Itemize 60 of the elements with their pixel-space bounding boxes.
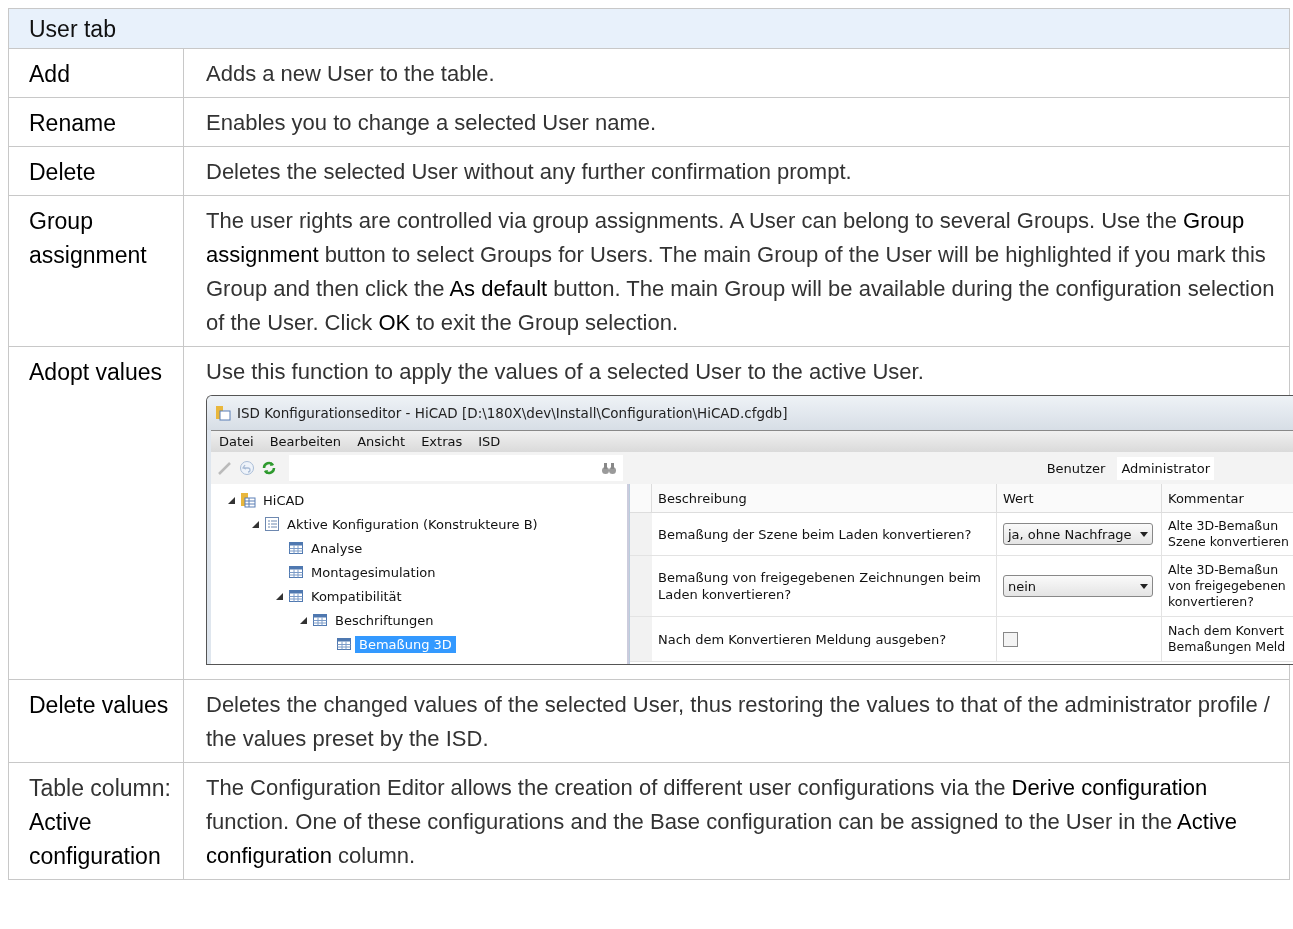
tree-item[interactable]: Analyse — [307, 539, 367, 557]
tree-item[interactable]: HiCAD — [259, 491, 309, 509]
row-label: Adopt values — [29, 359, 162, 385]
table-icon — [288, 540, 304, 556]
tree-item[interactable]: Aktive Konfiguration (Konstrukteure B) — [283, 515, 542, 533]
tree-item[interactable]: Kompatibilität — [307, 587, 406, 605]
row-description: Enables you to change a selected User name. — [206, 109, 658, 137]
row-label: Delete values — [29, 692, 169, 718]
row-description: The Configuration Editor allows the creation of different user configurations via the Derive configuration function. One of these configurations and the Base configuration can be assigned to the User in the Active configuration column. — [206, 774, 1238, 870]
row-description: Adds a new User to the table. — [206, 60, 496, 88]
column-header[interactable]: Wert — [997, 484, 1162, 513]
setting-description: Bemaßung der Szene beim Laden konvertieren? — [658, 525, 972, 543]
menu-item[interactable]: Bearbeiten — [269, 434, 342, 449]
comment-text: Bemaßungen Meld — [1168, 639, 1286, 655]
binoculars-icon[interactable] — [601, 460, 617, 476]
row-label: Add — [29, 61, 70, 87]
comment-text: konvertieren? — [1168, 594, 1254, 610]
table-icon — [288, 588, 304, 604]
caret-icon — [1140, 531, 1148, 537]
table-header: User tab — [9, 8, 1289, 49]
menu-item[interactable]: Ansicht — [357, 434, 406, 449]
tree-item[interactable]: Beschriftungen — [331, 611, 438, 629]
column-header[interactable]: Kommentar — [1162, 484, 1293, 513]
comment-text: Nach dem Konvert — [1168, 623, 1284, 639]
row-label: Rename — [29, 110, 116, 136]
setting-description: Nach dem Konvertieren Meldung ausgeben? — [658, 630, 947, 648]
row-description: Use this function to apply the values of a selected User to the active User. — [206, 358, 925, 386]
row-description: The user rights are controlled via group assignments. A User can belong to several Groups. Use the Group assignment button to select Groups for Users. The main Group of the User will be highlighted if you mark this Group and then click the As default button. The main Group will be available during the configuration selection of the User. Click OK to exit the Group selection. — [206, 207, 1276, 337]
row-description: Deletes the selected User without any further confirmation prompt. — [206, 158, 853, 186]
undo-icon[interactable] — [239, 460, 255, 476]
caret-icon — [1140, 583, 1148, 589]
tree-item[interactable]: Montagesimulation — [307, 563, 440, 581]
window-title: ISD Konfigurationseditor - HiCAD [D:\180X\dev\Install\Configuration\HiCAD.cfgdb] — [237, 405, 788, 421]
folder-table-icon — [240, 492, 256, 508]
menu-item[interactable]: Datei — [219, 434, 254, 449]
table-icon — [312, 612, 328, 628]
row-label: Active configuration — [29, 809, 161, 869]
comment-text: Alte 3D-Bemaßun — [1168, 518, 1279, 534]
user-label: Benutzer — [1046, 460, 1106, 476]
pencil-icon[interactable] — [217, 460, 233, 476]
menu-item[interactable]: Extras — [421, 434, 463, 449]
setting-description: Bemaßung von freigegebenen Zeichnungen beim Laden konvertieren? — [658, 569, 982, 603]
refresh-icon[interactable] — [261, 460, 277, 476]
row-label-prefix: Table column: — [29, 774, 172, 803]
comment-text: von freigegebenen — [1168, 578, 1286, 594]
menu-item[interactable]: ISD — [478, 434, 501, 449]
list-icon — [264, 516, 280, 532]
value-dropdown[interactable]: ja, ohne Nachfrage — [1003, 523, 1153, 545]
row-description: Deletes the changed values of the selected User, thus restoring the values to that of the administrator profile / the values preset by the ISD. — [206, 691, 1271, 753]
row-label: Delete — [29, 159, 96, 185]
row-label: Group assignment — [29, 208, 147, 268]
checkbox[interactable] — [1003, 631, 1018, 647]
comment-text: Alte 3D-Bemaßun — [1168, 562, 1279, 578]
column-header[interactable]: Beschreibung — [652, 484, 997, 513]
comment-text: Szene konvertieren — [1168, 534, 1289, 550]
user-value: Administrator — [1117, 456, 1214, 480]
table-icon — [288, 564, 304, 580]
table-icon — [336, 636, 352, 652]
value-dropdown[interactable]: nein — [1003, 575, 1153, 597]
app-icon — [215, 405, 231, 421]
